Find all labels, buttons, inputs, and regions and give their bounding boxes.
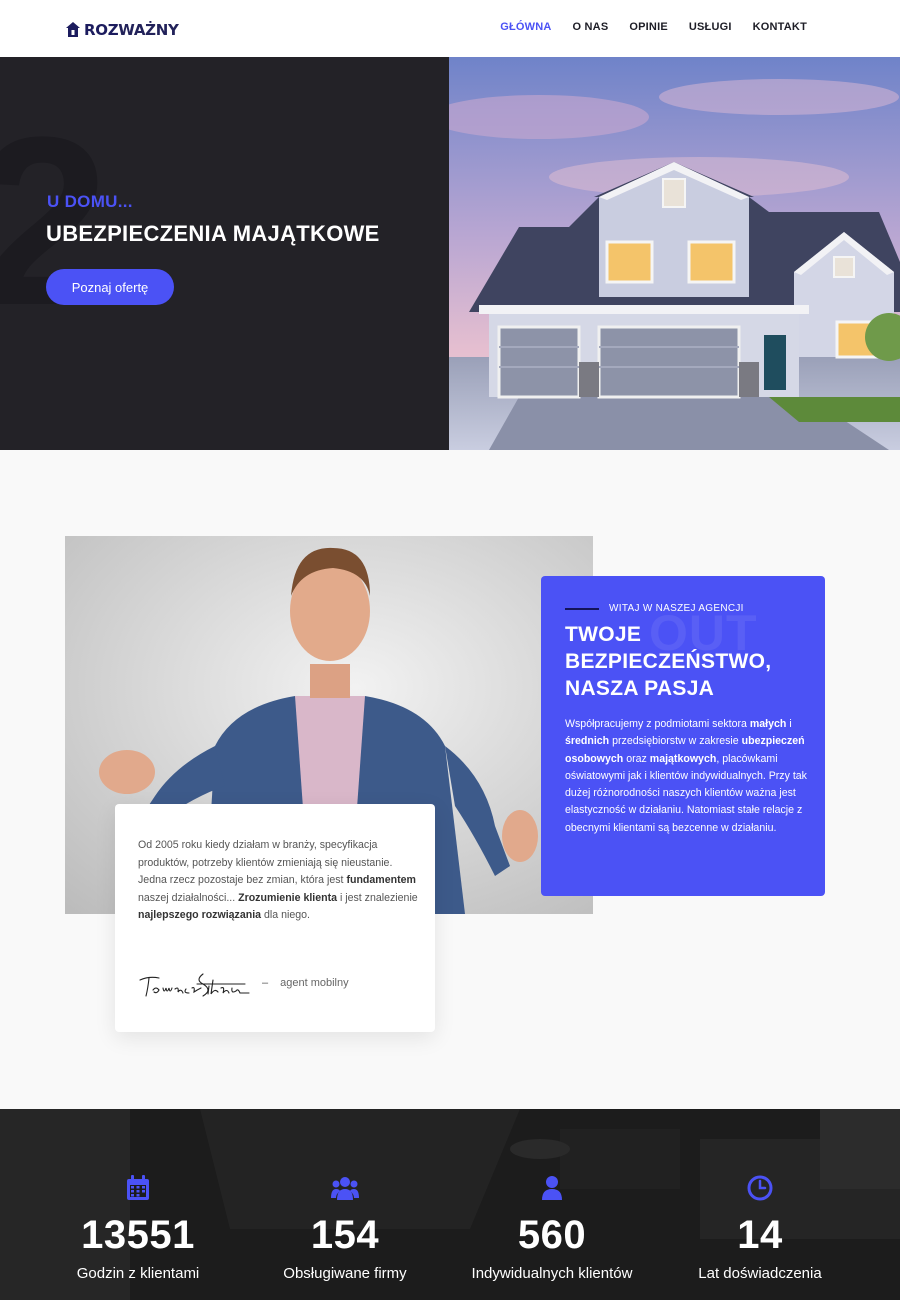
nav-item-glowna[interactable]: GŁÓWNA (500, 21, 551, 33)
hero-title: UBEZPIECZENIA MAJĄTKOWE (46, 221, 380, 246)
signature-dash: – (262, 977, 269, 989)
card-description: Współpracujemy z podmiotami sektora mały… (565, 718, 807, 834)
site-header: ROZWAŻNY GŁÓWNA O NAS OPINIE USŁUGI KONT… (0, 0, 900, 57)
main-nav: GŁÓWNA O NAS OPINIE USŁUGI KONTAKT (500, 21, 807, 33)
stat-label: Lat doświadczenia (698, 1265, 822, 1282)
agent-role: agent mobilny (280, 977, 349, 989)
stat-value: 154 (310, 1213, 380, 1257)
eyebrow-divider (565, 607, 599, 610)
nav-item-uslugi[interactable]: USŁUGI (689, 21, 732, 33)
stat-value: 14 (737, 1213, 783, 1257)
house-logo-icon (66, 22, 80, 37)
group-icon (331, 1177, 359, 1200)
hero-house-image (449, 57, 900, 450)
eyebrow-row: WITAJ W NASZEJ AGENCJI (565, 603, 744, 614)
signature-image (139, 973, 250, 997)
signature-row: – agent mobilny (137, 966, 349, 1000)
calendar-icon (127, 1175, 149, 1200)
stat-label: Obsługiwane firmy (283, 1265, 407, 1282)
stat-value: 13551 (81, 1213, 195, 1257)
logo-text: ROZWAŻNY (84, 21, 179, 39)
quote-text: Od 2005 roku kiedy działam w branży, spe… (138, 839, 418, 921)
stat-label: Godzin z klientami (76, 1265, 200, 1282)
hero-subtitle: U DOMU... (47, 192, 133, 211)
stats-section: 13551 Godzin z klientami 154 Obsługiwane… (0, 1109, 900, 1300)
stat-label: Indywidualnych klientów (471, 1265, 633, 1282)
nav-item-kontakt[interactable]: KONTAKT (753, 21, 807, 33)
card-eyebrow: WITAJ W NASZEJ AGENCJI (609, 603, 744, 614)
stat-value: 560 (517, 1213, 587, 1257)
quote-card: Od 2005 roku kiedy działam w branży, spe… (115, 804, 435, 1032)
logo[interactable]: ROZWAŻNY (65, 19, 179, 41)
offer-button[interactable]: Poznaj ofertę (46, 269, 174, 305)
card-title: TWOJE BEZPIECZEŃSTWO, NASZA PASJA (565, 623, 772, 700)
hero-slide: 2 U DOMU... UBEZPIECZENIA MAJĄTKOWE Pozn… (0, 57, 449, 450)
agency-card: OUT WITAJ W NASZEJ AGENCJI TWOJE BEZPIEC… (541, 576, 825, 896)
clock-icon (747, 1175, 773, 1201)
nav-item-opinie[interactable]: OPINIE (629, 21, 668, 33)
nav-item-o-nas[interactable]: O NAS (573, 21, 609, 33)
user-icon (542, 1176, 562, 1200)
